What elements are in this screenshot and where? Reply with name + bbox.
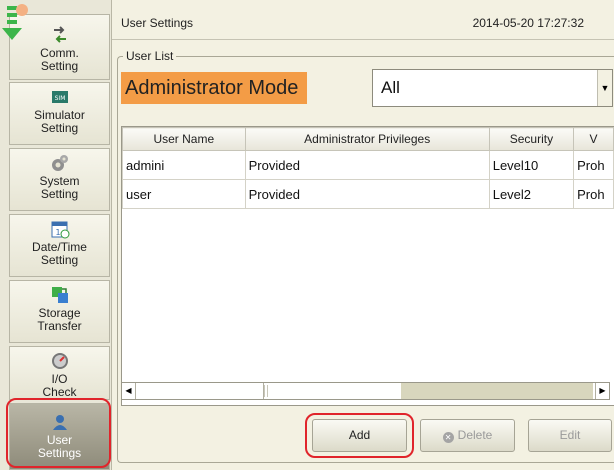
scrollbar-thumb[interactable] — [136, 383, 268, 399]
column-header-admin-privileges[interactable]: Administrator Privileges — [244, 127, 490, 151]
page-title: User Settings — [121, 16, 194, 30]
delete-icon: ✕ — [442, 432, 454, 443]
sidebar-item-io-check[interactable]: I/O Check — [9, 346, 110, 400]
table-row[interactable]: user Provided Level2 Proh — [122, 179, 614, 209]
datetime-display: 2014-05-20 17:27:32 — [472, 16, 584, 30]
cell-user-name: user — [122, 179, 246, 209]
cell-user-name: admini — [122, 150, 246, 180]
scroll-up-icon[interactable] — [2, 0, 32, 50]
cell-admin-privileges: Provided — [244, 179, 490, 209]
table-row[interactable]: admini Provided Level10 Proh — [122, 150, 614, 180]
sidebar-item-datetime-setting[interactable]: 1 Date/Time Setting — [9, 214, 110, 277]
header-bar: User Settings 2014-05-20 17:27:32 — [112, 0, 614, 40]
sim-card-icon: SIM — [51, 91, 68, 103]
user-filter-dropdown[interactable]: All ▼ — [372, 69, 613, 107]
cell-truncated: Proh — [573, 150, 614, 180]
calendar-clock-icon: 1 — [51, 221, 69, 239]
cell-truncated: Proh — [573, 179, 614, 209]
sidebar-item-storage-transfer[interactable]: Storage Transfer — [9, 280, 110, 343]
gears-icon — [51, 155, 68, 171]
gauge-icon — [51, 353, 68, 369]
edit-button[interactable]: Edit — [528, 419, 612, 452]
sidebar-item-label: Setting — [40, 121, 79, 135]
scroll-left-icon[interactable]: ◀ — [122, 383, 136, 399]
svg-text:SIM: SIM — [54, 95, 65, 102]
svg-text:1: 1 — [55, 228, 60, 237]
delete-button-label: Delete — [457, 428, 493, 442]
highlight-ring-user-settings — [6, 398, 111, 468]
user-table: User Name Administrator Privileges Secur… — [121, 126, 614, 406]
sidebar-item-label: Transfer — [37, 319, 82, 333]
sidebar-item-system-setting[interactable]: System Setting — [9, 148, 110, 211]
filter-selected-value: All — [381, 78, 400, 97]
scrollbar-track[interactable] — [401, 383, 593, 399]
column-header-security[interactable]: Security — [488, 127, 575, 151]
administrator-mode-label: Administrator Mode — [121, 72, 307, 104]
cell-security: Level10 — [488, 150, 575, 180]
storage-transfer-icon — [51, 287, 68, 303]
column-header-user-name[interactable]: User Name — [122, 127, 246, 151]
delete-button[interactable]: ✕ Delete — [420, 419, 515, 452]
cell-security: Level2 — [488, 179, 575, 209]
sidebar-item-label: Setting — [40, 59, 79, 73]
cell-admin-privileges: Provided — [244, 150, 490, 180]
user-list-legend: User List — [123, 49, 177, 63]
sidebar-item-simulator-setting[interactable]: SIM Simulator Setting — [9, 82, 110, 145]
horizontal-scrollbar[interactable]: ◀ ▶ — [121, 382, 610, 400]
scroll-right-icon[interactable]: ▶ — [595, 383, 609, 399]
transfer-arrows-icon — [53, 26, 66, 43]
sidebar-item-label: Setting — [40, 187, 79, 201]
sidebar-item-label: Setting — [40, 253, 79, 267]
column-header-truncated[interactable]: V — [573, 127, 614, 151]
add-button[interactable]: Add — [312, 419, 407, 452]
dropdown-arrow-icon[interactable]: ▼ — [597, 70, 612, 106]
